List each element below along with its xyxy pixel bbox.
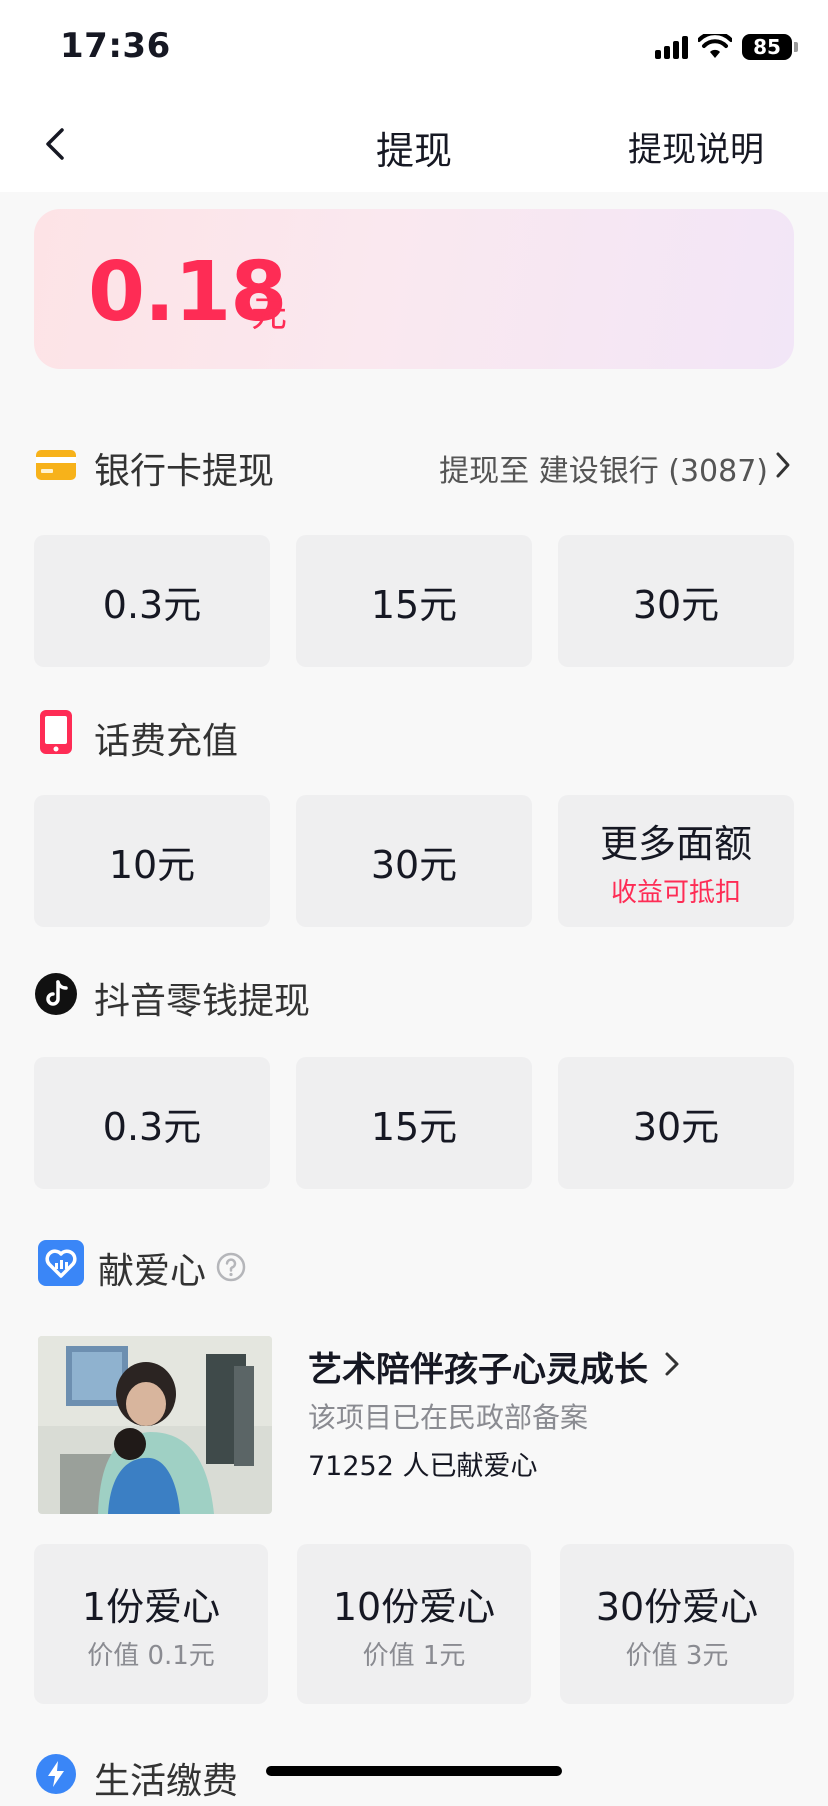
- phone-option-more[interactable]: 更多面额 收益可抵扣: [558, 795, 794, 927]
- option-label: 15元: [370, 582, 458, 627]
- cellular-signal-icon: [655, 35, 688, 59]
- option-sublabel: 价值 1元: [362, 1641, 466, 1671]
- option-label: 15元: [370, 1104, 458, 1149]
- charity-registration-note: 该项目已在民政部备案: [308, 1401, 589, 1434]
- battery-icon: 85: [742, 34, 798, 60]
- option-label: 30元: [632, 582, 720, 627]
- charity-project-card[interactable]: 艺术陪伴孩子心灵成长 该项目已在民政部备案 71252 人已献爱心: [38, 1336, 798, 1516]
- chevron-right-icon[interactable]: [772, 450, 794, 480]
- bank-option-2[interactable]: 30元: [558, 535, 794, 667]
- nav-bar: 提现 提现说明: [0, 96, 828, 192]
- douyin-option-2[interactable]: 30元: [558, 1057, 794, 1189]
- life-payment-section-header: 生活缴费: [34, 1746, 794, 1806]
- bank-section-header[interactable]: 银行卡提现 提现至 建设银行 (3087): [34, 436, 794, 496]
- option-label: 30元: [632, 1104, 720, 1149]
- douyin-option-0[interactable]: 0.3元: [34, 1057, 270, 1189]
- charity-option-0[interactable]: 1份爱心 价值 0.1元: [34, 1544, 268, 1704]
- bank-options: 0.3元 15元 30元: [34, 535, 794, 667]
- charity-options: 1份爱心 价值 0.1元 10份爱心 价值 1元 30份爱心 价值 3元: [34, 1544, 794, 1704]
- phone-section-header: 话费充值: [34, 706, 794, 766]
- bank-account-link[interactable]: 提现至 建设银行 (3087): [439, 446, 768, 490]
- bank-section-title: 银行卡提现: [94, 451, 275, 492]
- bank-card-icon: [36, 450, 76, 480]
- status-icons: 85: [655, 34, 798, 60]
- charity-option-1[interactable]: 10份爱心 价值 1元: [297, 1544, 531, 1704]
- charity-heart-icon: [38, 1240, 84, 1286]
- status-time: 17:36: [60, 26, 171, 66]
- life-payment-icon: [36, 1754, 76, 1794]
- douyin-option-1[interactable]: 15元: [296, 1057, 532, 1189]
- life-payment-section-title: 生活缴费: [94, 1761, 239, 1802]
- bank-option-1[interactable]: 15元: [296, 535, 532, 667]
- option-label: 0.3元: [102, 582, 202, 627]
- phone-icon: [40, 710, 72, 754]
- option-label: 0.3元: [102, 1104, 202, 1149]
- charity-section-header: 献爱心: [34, 1236, 794, 1296]
- withdraw-instructions-link[interactable]: 提现说明: [628, 122, 764, 171]
- balance-card: 0.18 元: [34, 209, 794, 369]
- charity-project-title: 艺术陪伴孩子心灵成长: [308, 1350, 648, 1390]
- phone-option-1[interactable]: 30元: [296, 795, 532, 927]
- douyin-options: 0.3元 15元 30元: [34, 1057, 794, 1189]
- option-label: 1份爱心: [81, 1585, 221, 1629]
- charity-option-2[interactable]: 30份爱心 价值 3元: [560, 1544, 794, 1704]
- douyin-section-header: 抖音零钱提现: [34, 966, 794, 1026]
- charity-donor-count: 71252 人已献爱心: [308, 1451, 538, 1482]
- option-label: 10元: [108, 842, 196, 887]
- phone-options: 10元 30元 更多面额 收益可抵扣: [34, 795, 794, 927]
- option-sublabel: 收益可抵扣: [610, 878, 741, 908]
- douyin-logo-icon: [35, 973, 77, 1015]
- douyin-section-title: 抖音零钱提现: [94, 981, 311, 1022]
- option-sublabel: 价值 3元: [625, 1641, 729, 1671]
- chevron-right-icon: [665, 1352, 679, 1376]
- option-label: 30元: [370, 842, 458, 887]
- phone-section-title: 话费充值: [94, 721, 239, 762]
- charity-section-title: 献爱心: [98, 1251, 207, 1292]
- option-sublabel: 价值 0.1元: [87, 1641, 215, 1671]
- balance-unit: 元: [251, 294, 288, 335]
- status-bar: 17:36 85: [0, 0, 828, 96]
- bank-option-0[interactable]: 0.3元: [34, 535, 270, 667]
- help-icon[interactable]: [216, 1252, 246, 1282]
- option-label: 10份爱心: [332, 1585, 496, 1629]
- option-label: 更多面额: [599, 822, 752, 866]
- wifi-icon: [698, 34, 732, 58]
- home-indicator: [266, 1766, 562, 1776]
- charity-project-image: [38, 1336, 272, 1514]
- option-label: 30份爱心: [595, 1585, 759, 1629]
- phone-option-0[interactable]: 10元: [34, 795, 270, 927]
